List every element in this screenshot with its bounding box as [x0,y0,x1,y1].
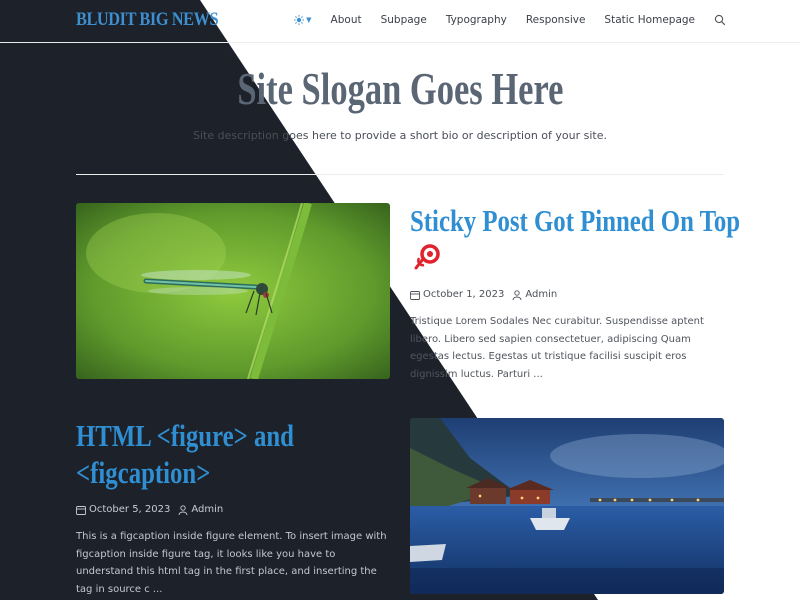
nav-item-about[interactable]: About [331,14,362,26]
post-excerpt: Tristique Lorem Sodales Nec curabitur. S… [410,316,704,380]
search-icon[interactable] [714,14,726,26]
nav-item-responsive[interactable]: Responsive [526,14,586,26]
post-title[interactable]: Sticky Post Got Pinned On Top [410,203,800,240]
chevron-down-icon: ▼ [306,16,312,24]
pin-icon [414,244,440,270]
post-date: October 1, 2023 [410,289,504,300]
post-date: October 5, 2023 [76,504,170,515]
calendar-icon [76,505,86,515]
theme-toggle[interactable]: ▼ [294,15,312,25]
post-image-dragonfly[interactable] [76,203,390,379]
post-meta: October 1, 2023 Admin [410,289,565,300]
site-slogan: Site Slogan Goes Here [236,63,564,114]
sun-icon [294,15,305,25]
post-title[interactable]: HTML <figure> and <figcaption> [76,418,348,491]
calendar-icon [410,290,420,300]
site-brand[interactable]: BLUDIT BIG NEWS [76,9,219,31]
post-image-harbor[interactable] [410,418,724,594]
user-icon [178,504,188,515]
post-author[interactable]: Admin [178,504,223,515]
header-divider [0,42,800,43]
hero-divider [76,174,724,175]
post-excerpt: This is a figcaption inside figure eleme… [76,531,387,595]
nav-item-typography[interactable]: Typography [446,14,507,26]
page: BLUDIT BIG NEWS ▼ About Subpage Typograp… [0,0,800,600]
user-icon [512,289,522,300]
post-meta: October 5, 2023 Admin [76,504,231,515]
top-navigation: ▼ About Subpage Typography Responsive St… [294,14,726,26]
nav-item-static-homepage[interactable]: Static Homepage [604,14,695,26]
nav-item-subpage[interactable]: Subpage [381,14,427,26]
post-author[interactable]: Admin [512,289,557,300]
site-description: Site description goes here to provide a … [193,129,607,142]
